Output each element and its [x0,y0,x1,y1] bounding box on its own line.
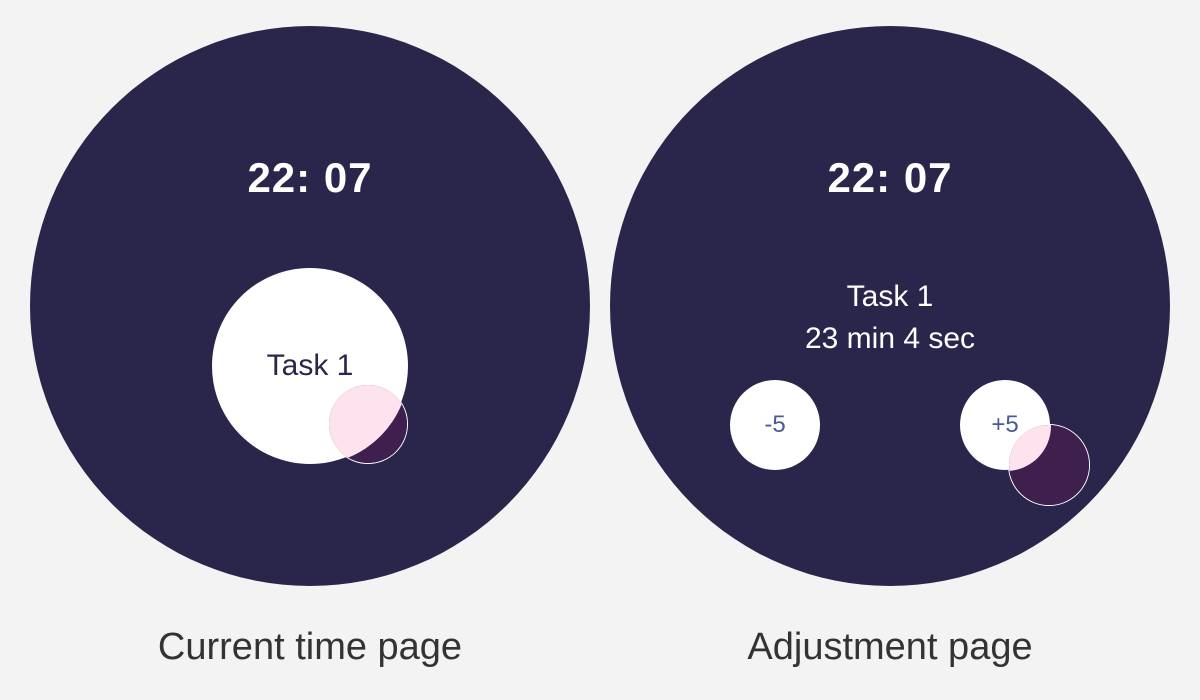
clock-time: 22: 07 [827,154,953,201]
adjustment-watch-face: 22: 07 Task 1 23 min 4 sec -5 +5 [610,26,1170,586]
comparison-stage: 22: 07 Task 1 22: 07 Task 1 23 min 4 sec… [0,0,1200,700]
task-label: Task 1 [846,280,934,313]
current-time-page-caption: Current time page [157,626,463,668]
touch-indicator [328,384,408,464]
task-label: Task 1 [266,349,354,382]
task-info: Task 1 23 min 4 sec [610,276,1170,360]
adjustment-page-caption: Adjustment page [747,626,1033,668]
current-time-watch-face: 22: 07 Task 1 [30,26,590,586]
touch-indicator [1008,424,1090,506]
clock-time: 22: 07 [247,154,373,201]
task-duration: 23 min 4 sec [804,322,976,355]
minus-five-label: -5 [764,411,786,438]
minus-five-button[interactable]: -5 [730,380,820,470]
